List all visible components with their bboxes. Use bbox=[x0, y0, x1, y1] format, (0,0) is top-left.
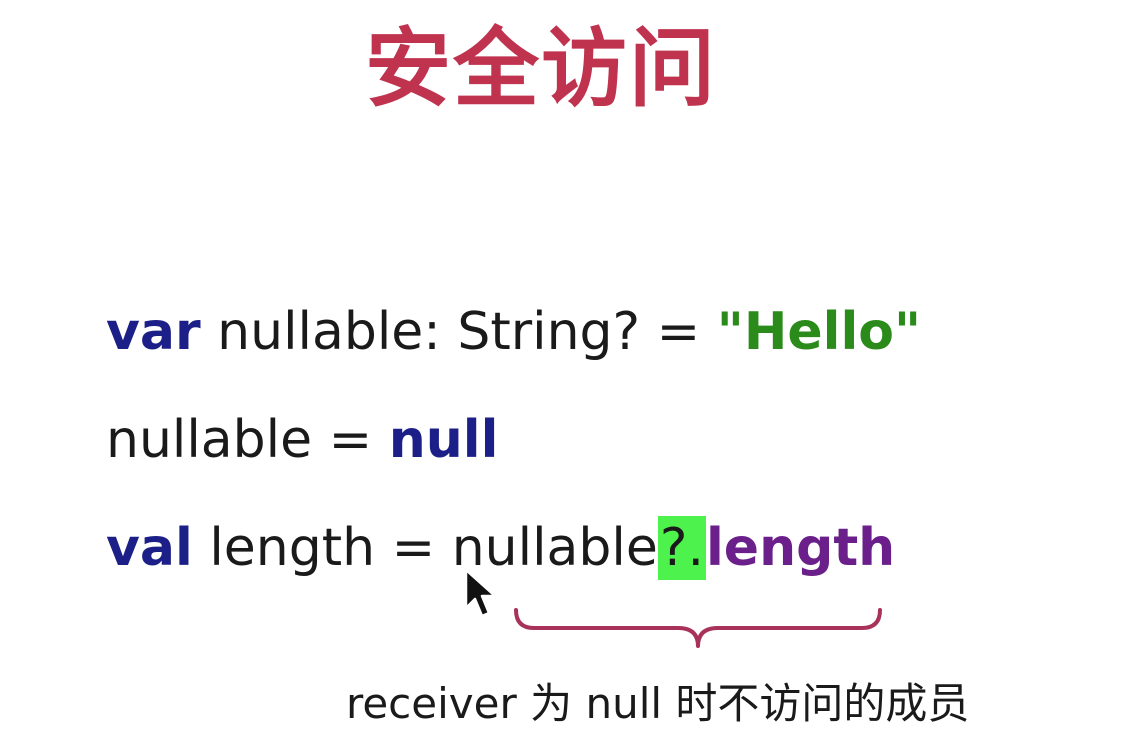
code-line-1: var nullable: String? = "Hello" bbox=[106, 300, 921, 364]
code-line-2: nullable = null bbox=[106, 408, 498, 472]
safe-call-operator: ?. bbox=[657, 516, 706, 580]
string-literal: "Hello" bbox=[716, 302, 922, 362]
code-text: length = nullable bbox=[192, 518, 658, 578]
member-length: length bbox=[705, 518, 896, 578]
keyword-null: null bbox=[388, 410, 499, 470]
curly-brace-under-icon bbox=[514, 608, 882, 648]
code-text: nullable = bbox=[106, 410, 389, 470]
mouse-pointer-icon bbox=[464, 568, 497, 618]
code-text: nullable: String? = bbox=[200, 302, 717, 362]
caption: receiver 为 null 时不访问的成员 bbox=[346, 679, 970, 728]
slide: 安全访问 var nullable: String? = "Hello" nul… bbox=[0, 0, 1148, 754]
slide-title: 安全访问 bbox=[365, 19, 717, 119]
keyword-val: val bbox=[106, 518, 193, 578]
keyword-var: var bbox=[106, 302, 201, 362]
